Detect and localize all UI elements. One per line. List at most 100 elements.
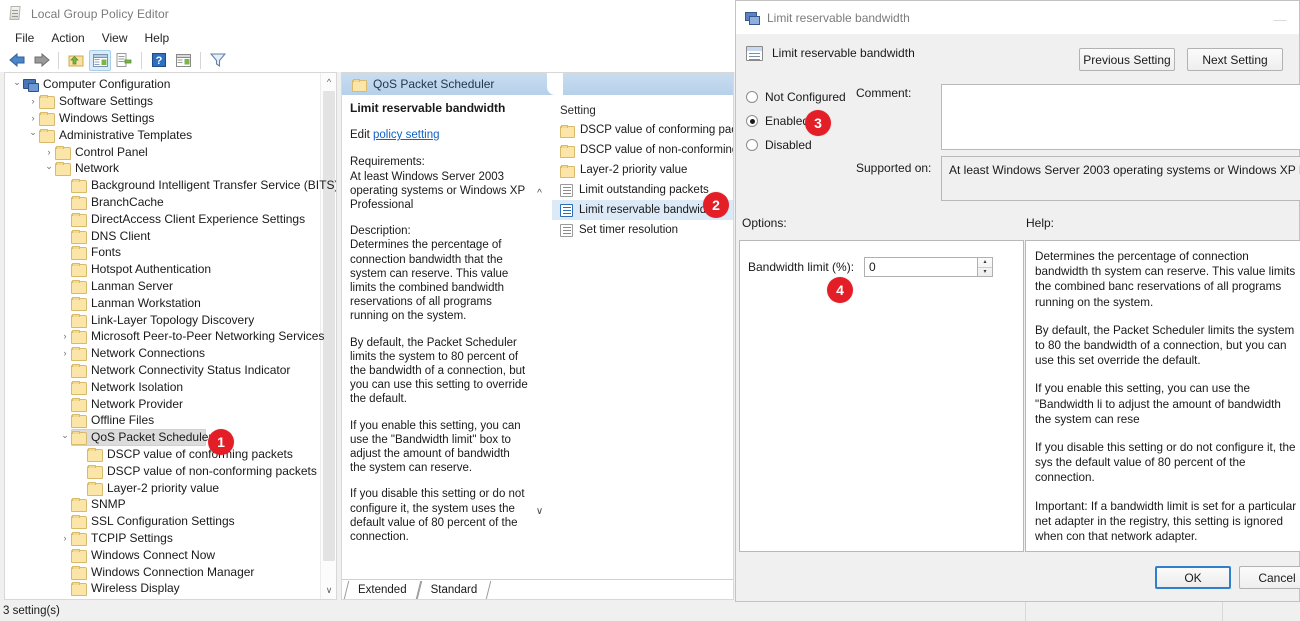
- comment-label: Comment:: [856, 86, 911, 100]
- menu-action[interactable]: Action: [43, 29, 93, 47]
- tree-item[interactable]: Software Settings: [5, 93, 322, 110]
- cancel-button[interactable]: Cancel: [1239, 566, 1300, 589]
- show-hide-tree-icon[interactable]: [89, 50, 111, 71]
- chevron-down-icon[interactable]: [27, 129, 39, 140]
- chevron-right-icon[interactable]: [59, 348, 71, 358]
- tree-item[interactable]: Network: [5, 160, 322, 177]
- minimize-button[interactable]: —: [1269, 14, 1291, 24]
- tree-item[interactable]: Fonts: [5, 244, 322, 261]
- radio-enabled[interactable]: Enabled: [746, 109, 856, 133]
- bandwidth-limit-stepper[interactable]: ▴ ▾: [864, 257, 993, 277]
- tree-item[interactable]: DSCP value of conforming packets: [5, 446, 322, 463]
- folder-icon: [71, 498, 86, 510]
- description-scroll-down-icon[interactable]: ∨: [532, 503, 547, 519]
- tree-item-label: DirectAccess Client Experience Settings: [91, 212, 311, 226]
- radio-not-configured-indicator[interactable]: [746, 91, 758, 103]
- tree-item[interactable]: Network Provider: [5, 395, 322, 412]
- setting-row[interactable]: Set timer resolution: [552, 220, 734, 240]
- radio-disabled-indicator[interactable]: [746, 139, 758, 151]
- chevron-right-icon[interactable]: [43, 147, 55, 157]
- help-icon[interactable]: ?: [148, 50, 170, 71]
- tree-item[interactable]: SSL Configuration Settings: [5, 513, 322, 530]
- tree-item[interactable]: Computer Configuration: [5, 76, 322, 93]
- tree-item[interactable]: Windows Settings: [5, 110, 322, 127]
- tree-item[interactable]: Network Connectivity Status Indicator: [5, 362, 322, 379]
- comment-textarea[interactable]: [941, 84, 1300, 150]
- chevron-right-icon[interactable]: [59, 331, 71, 341]
- chevron-down-icon[interactable]: [11, 79, 23, 90]
- menu-view[interactable]: View: [94, 29, 137, 47]
- description-scroll-up-icon[interactable]: ^: [532, 185, 547, 201]
- tree-item[interactable]: Lanman Server: [5, 278, 322, 295]
- radio-not-configured-label: Not Configured: [765, 90, 846, 104]
- tree-item[interactable]: DSCP value of non-conforming packets: [5, 462, 322, 479]
- folder-icon: [71, 398, 86, 410]
- dialog-title-bar[interactable]: Limit reservable bandwidth —: [736, 1, 1299, 34]
- tree-item-label: Windows Connection Manager: [91, 565, 260, 579]
- up-folder-icon[interactable]: [65, 50, 87, 71]
- tree-item[interactable]: Link-Layer Topology Discovery: [5, 311, 322, 328]
- previous-setting-button[interactable]: Previous Setting: [1079, 48, 1175, 71]
- radio-enabled-indicator[interactable]: [746, 115, 758, 127]
- folder-icon: [87, 448, 102, 460]
- forward-arrow-icon[interactable]: [30, 50, 52, 71]
- tree-item[interactable]: Windows Connection Manager: [5, 563, 322, 580]
- folder-icon: [71, 280, 86, 292]
- tree-item[interactable]: Lanman Workstation: [5, 294, 322, 311]
- radio-disabled[interactable]: Disabled: [746, 133, 856, 157]
- tree-item[interactable]: Network Connections: [5, 345, 322, 362]
- tree-item[interactable]: Background Intelligent Transfer Service …: [5, 177, 322, 194]
- tree-item[interactable]: Offline Files: [5, 412, 322, 429]
- folder-icon: [39, 95, 54, 107]
- state-radio-group[interactable]: Not Configured Enabled Disabled: [746, 85, 856, 157]
- ok-button[interactable]: OK: [1155, 566, 1231, 589]
- tree-item[interactable]: Wireless Display: [5, 580, 322, 597]
- chevron-right-icon[interactable]: [27, 96, 39, 106]
- tree-scroll-thumb[interactable]: [323, 91, 335, 561]
- tree-item[interactable]: Administrative Templates: [5, 126, 322, 143]
- tree-scroll-down-icon[interactable]: ∨: [321, 582, 337, 598]
- tab-standard[interactable]: Standard: [419, 581, 490, 599]
- folder-icon: [71, 414, 86, 426]
- spin-down-icon[interactable]: ▾: [978, 268, 992, 277]
- bandwidth-spin-buttons[interactable]: ▴ ▾: [977, 257, 993, 277]
- tab-extended[interactable]: Extended: [346, 581, 419, 599]
- tree-item[interactable]: TCPIP Settings: [5, 530, 322, 547]
- chevron-right-icon[interactable]: [27, 113, 39, 123]
- tree-item[interactable]: Layer-2 priority value: [5, 479, 322, 496]
- export-list-icon[interactable]: [113, 50, 135, 71]
- setting-row[interactable]: DSCP value of conforming packets: [552, 120, 734, 140]
- tree-item[interactable]: Microsoft Peer-to-Peer Networking Servic…: [5, 328, 322, 345]
- settings-list[interactable]: Setting DSCP value of conforming packets…: [552, 101, 734, 556]
- tree-item[interactable]: Control Panel: [5, 143, 322, 160]
- chevron-down-icon[interactable]: [59, 432, 71, 443]
- tree-item-label: Microsoft Peer-to-Peer Networking Servic…: [91, 329, 330, 343]
- settings-column-header[interactable]: Setting: [552, 101, 734, 120]
- tree-item[interactable]: DNS Client: [5, 227, 322, 244]
- tree-item[interactable]: Windows Connect Now: [5, 546, 322, 563]
- setting-row[interactable]: DSCP value of non-conforming pa: [552, 140, 734, 160]
- back-arrow-icon[interactable]: [6, 50, 28, 71]
- bandwidth-limit-input[interactable]: [864, 257, 977, 277]
- menu-file[interactable]: File: [7, 29, 43, 47]
- policy-setting-link[interactable]: policy setting: [373, 129, 439, 141]
- filter-icon[interactable]: [207, 50, 229, 71]
- tree-item[interactable]: BranchCache: [5, 194, 322, 211]
- properties-icon[interactable]: [172, 50, 194, 71]
- spin-up-icon[interactable]: ▴: [978, 258, 992, 268]
- extended-description-scrollbar[interactable]: ^ ∨: [532, 101, 547, 556]
- setting-row[interactable]: Layer-2 priority value: [552, 160, 734, 180]
- chevron-right-icon[interactable]: [59, 533, 71, 543]
- tree-item[interactable]: Network Isolation: [5, 378, 322, 395]
- radio-not-configured[interactable]: Not Configured: [746, 85, 856, 109]
- tree-item[interactable]: DirectAccess Client Experience Settings: [5, 210, 322, 227]
- folder-icon: [71, 566, 86, 578]
- tree-scroll-up-icon[interactable]: ^: [321, 74, 337, 90]
- policy-tree[interactable]: Computer ConfigurationSoftware SettingsW…: [5, 76, 322, 597]
- tree-item[interactable]: Hotspot Authentication: [5, 261, 322, 278]
- tree-item[interactable]: QoS Packet Scheduler: [5, 429, 322, 446]
- menu-help[interactable]: Help: [137, 29, 179, 47]
- next-setting-button[interactable]: Next Setting: [1187, 48, 1283, 71]
- chevron-down-icon[interactable]: [43, 163, 55, 174]
- tree-item[interactable]: SNMP: [5, 496, 322, 513]
